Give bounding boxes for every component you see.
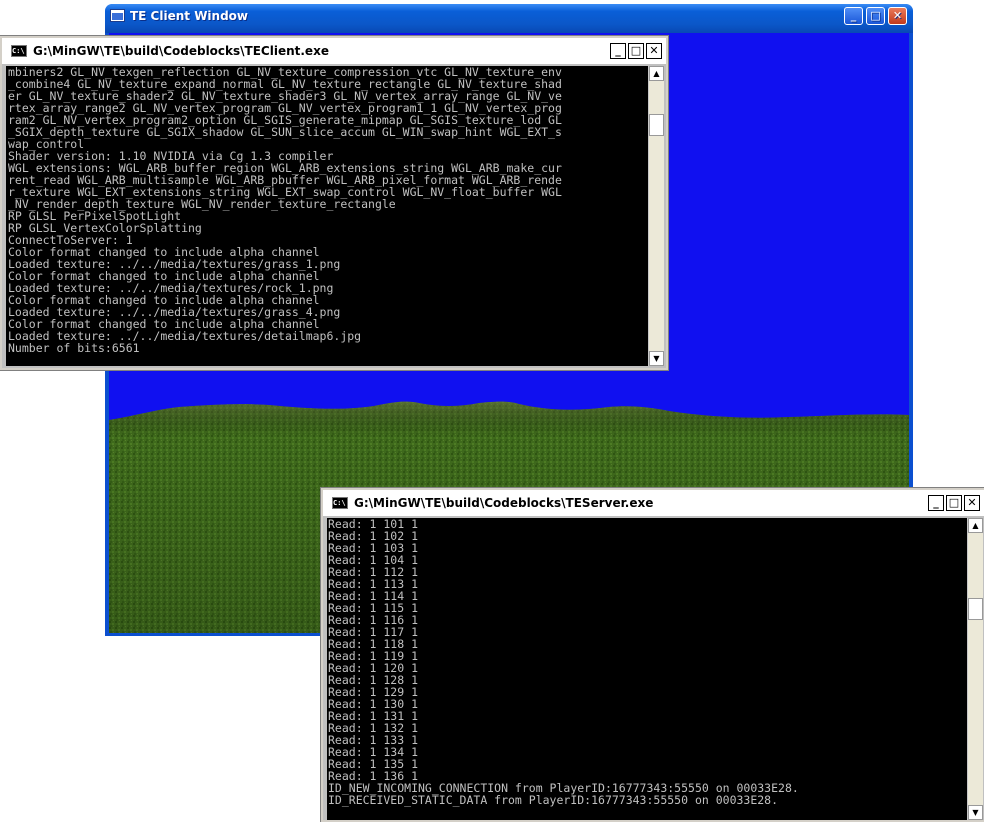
scrollbar-thumb[interactable] <box>968 598 983 620</box>
scroll-down-icon[interactable]: ▼ <box>649 351 664 366</box>
scroll-down-icon[interactable]: ▼ <box>968 805 983 820</box>
client-console-title: G:\MinGW\TE\build\Codeblocks\TEClient.ex… <box>33 44 329 58</box>
server-console-window: C:\ G:\MinGW\TE\build\Codeblocks\TEServe… <box>320 487 984 822</box>
close-button[interactable]: ✕ <box>964 495 980 511</box>
maximize-icon: □ <box>630 44 642 57</box>
console-line: Number of bits:6561 <box>8 341 140 355</box>
maximize-icon: □ <box>870 9 881 22</box>
console-line: Read: 1 132 1 <box>328 721 419 735</box>
console-line: Read: 1 120 1 <box>328 661 419 675</box>
te-client-titlebar[interactable]: TE Client Window _ □ ✕ <box>105 4 913 33</box>
client-console-window: C:\ G:\MinGW\TE\build\Codeblocks\TEClien… <box>0 35 669 371</box>
console-line: Read: 1 103 1 <box>328 541 419 555</box>
minimize-button[interactable]: _ <box>844 7 863 25</box>
maximize-button[interactable]: □ <box>866 7 885 25</box>
console-line: Read: 1 135 1 <box>328 757 419 771</box>
maximize-icon: □ <box>948 496 960 509</box>
maximize-button[interactable]: □ <box>946 495 962 511</box>
maximize-button[interactable]: □ <box>628 43 644 59</box>
console-line: Read: 1 134 1 <box>328 745 419 759</box>
console-line: Read: 1 117 1 <box>328 625 419 639</box>
console-line: Read: 1 128 1 <box>328 673 419 687</box>
console-line: Read: 1 129 1 <box>328 685 419 699</box>
console-line: Read: 1 116 1 <box>328 613 419 627</box>
console-line: Read: 1 102 1 <box>328 529 419 543</box>
server-console-scrollbar[interactable]: ▲ ▼ <box>967 518 983 820</box>
console-line: Read: 1 114 1 <box>328 589 419 603</box>
te-client-title: TE Client Window <box>130 9 249 23</box>
server-console-title: G:\MinGW\TE\build\Codeblocks\TEServer.ex… <box>354 496 654 510</box>
console-line: Read: 1 131 1 <box>328 709 419 723</box>
console-icon: C:\ <box>11 45 27 57</box>
scrollbar-thumb[interactable] <box>649 114 664 136</box>
console-line: Read: 1 133 1 <box>328 733 419 747</box>
app-window-icon <box>110 9 125 22</box>
scroll-up-icon[interactable]: ▲ <box>968 518 983 533</box>
close-icon: ✕ <box>892 9 903 22</box>
client-console-output[interactable]: mbiners2 GL_NV_texgen_reflection GL_NV_t… <box>6 66 650 366</box>
server-console-titlebar[interactable]: C:\ G:\MinGW\TE\build\Codeblocks\TEServe… <box>323 490 984 516</box>
console-line: Read: 1 115 1 <box>328 601 419 615</box>
client-console-scrollbar[interactable]: ▲ ▼ <box>648 66 664 366</box>
minimize-icon: _ <box>850 9 857 22</box>
console-line: ID_RECEIVED_STATIC_DATA from PlayerID:16… <box>328 793 779 807</box>
console-line: Read: 1 101 1 <box>328 518 419 531</box>
minimize-icon: _ <box>933 496 939 509</box>
close-button[interactable]: ✕ <box>646 43 662 59</box>
server-console-output[interactable]: Read: 1 101 1 Read: 1 102 1 Read: 1 103 1R… <box>327 518 968 820</box>
close-button[interactable]: ✕ <box>888 7 907 25</box>
minimize-button[interactable]: _ <box>928 495 944 511</box>
minimize-icon: _ <box>615 44 621 57</box>
console-line: Read: 1 119 1 <box>328 649 419 663</box>
console-line: _SGIX_depth_texture GL_SGIX_shadow GL_SU… <box>8 125 562 139</box>
close-icon: ✕ <box>649 44 659 57</box>
scroll-up-icon[interactable]: ▲ <box>649 66 664 81</box>
console-line: Read: 1 112 1 <box>328 565 419 579</box>
close-icon: ✕ <box>967 496 977 509</box>
console-line: Read: 1 104 1 <box>328 553 419 567</box>
console-line: Read: 1 113 1 <box>328 577 419 591</box>
minimize-button[interactable]: _ <box>610 43 626 59</box>
console-line: Read: 1 118 1 <box>328 637 419 651</box>
console-icon: C:\ <box>332 497 348 509</box>
console-line: Read: 1 130 1 <box>328 697 419 711</box>
client-console-titlebar[interactable]: C:\ G:\MinGW\TE\build\Codeblocks\TEClien… <box>2 38 666 64</box>
